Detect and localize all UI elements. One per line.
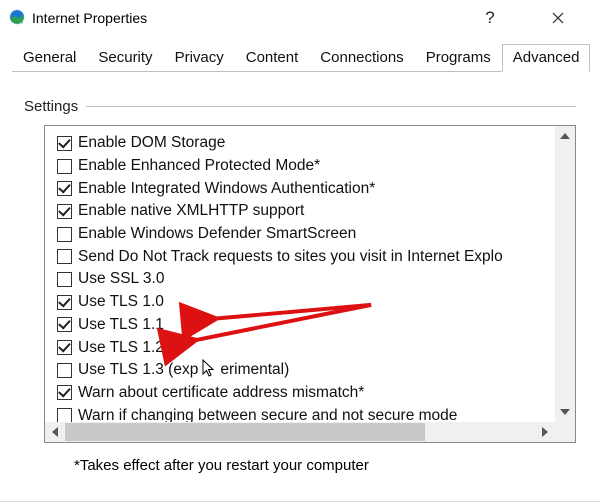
checkbox[interactable]: [57, 159, 72, 174]
checkbox[interactable]: [57, 249, 72, 264]
option-row[interactable]: Enable native XMLHTTP support: [57, 200, 555, 223]
checkbox[interactable]: [57, 408, 72, 422]
globe-icon: [8, 8, 26, 29]
scrollbar-corner: [555, 422, 575, 442]
internet-properties-dialog: Internet Properties ? General Security P…: [0, 0, 600, 502]
option-label: Use SSL 3.0: [78, 270, 164, 288]
tab-programs[interactable]: Programs: [415, 44, 502, 72]
scroll-down-button[interactable]: [555, 402, 575, 422]
option-row[interactable]: Warn if changing between secure and not …: [57, 404, 555, 422]
option-row[interactable]: Enable Windows Defender SmartScreen: [57, 223, 555, 246]
option-label: Use TLS 1.3 (exp: [78, 361, 198, 379]
option-label: Warn if changing between secure and not …: [78, 407, 457, 422]
checkbox[interactable]: [57, 204, 72, 219]
checkbox[interactable]: [57, 317, 72, 332]
titlebar: Internet Properties ?: [0, 0, 600, 36]
tab-content[interactable]: Content: [235, 44, 310, 72]
option-label: Use TLS 1.1: [78, 316, 164, 334]
checkbox[interactable]: [57, 363, 72, 378]
cursor-icon: [202, 359, 216, 382]
option-row[interactable]: Enable DOM Storage: [57, 132, 555, 155]
option-row[interactable]: Use TLS 1.0: [57, 291, 555, 314]
help-button[interactable]: ?: [468, 3, 512, 33]
option-row[interactable]: Send Do Not Track requests to sites you …: [57, 245, 555, 268]
settings-list: Enable DOM Storage Enable Enhanced Protec…: [44, 125, 576, 443]
horizontal-scrollbar[interactable]: [45, 422, 555, 442]
advanced-panel: Settings Enable DOM Storage Enable Enhanc…: [0, 72, 600, 474]
option-label: Use TLS 1.0: [78, 293, 164, 311]
option-label: Enable Windows Defender SmartScreen: [78, 225, 356, 243]
checkbox[interactable]: [57, 272, 72, 287]
scroll-up-button[interactable]: [555, 126, 575, 146]
option-row[interactable]: Use TLS 1.2: [57, 336, 555, 359]
tab-advanced[interactable]: Advanced: [502, 44, 591, 72]
option-label: Use TLS 1.2: [78, 339, 164, 357]
checkbox[interactable]: [57, 136, 72, 151]
checkbox[interactable]: [57, 340, 72, 355]
checkbox[interactable]: [57, 295, 72, 310]
option-label: Enable Integrated Windows Authentication…: [78, 180, 375, 198]
restart-footnote: *Takes effect after you restart your com…: [74, 457, 576, 474]
tab-general[interactable]: General: [12, 44, 87, 72]
option-row[interactable]: Use TLS 1.1: [57, 314, 555, 337]
checkbox[interactable]: [57, 385, 72, 400]
option-label: Enable Enhanced Protected Mode*: [78, 157, 320, 175]
tab-connections[interactable]: Connections: [309, 44, 414, 72]
option-label: Enable DOM Storage: [78, 134, 225, 152]
close-button[interactable]: [536, 3, 580, 33]
vertical-scrollbar[interactable]: [555, 126, 575, 422]
option-label-tail: erimental): [220, 361, 289, 379]
tab-privacy[interactable]: Privacy: [164, 44, 235, 72]
option-row[interactable]: Use SSL 3.0: [57, 268, 555, 291]
option-label: Send Do Not Track requests to sites you …: [78, 248, 503, 266]
option-row[interactable]: Warn about certificate address mismatch*: [57, 382, 555, 405]
settings-group: Settings Enable DOM Storage Enable Enhanc…: [24, 98, 576, 443]
scroll-left-button[interactable]: [45, 422, 65, 442]
option-label: Warn about certificate address mismatch*: [78, 384, 364, 402]
option-row[interactable]: Enable Enhanced Protected Mode*: [57, 155, 555, 178]
option-row[interactable]: Use TLS 1.3 (exp erimental): [57, 359, 555, 382]
option-label: Enable native XMLHTTP support: [78, 202, 304, 220]
horizontal-scroll-thumb[interactable]: [65, 423, 425, 441]
window-title: Internet Properties: [32, 10, 147, 26]
checkbox[interactable]: [57, 227, 72, 242]
scroll-right-button[interactable]: [535, 422, 555, 442]
group-divider: [86, 106, 576, 107]
checkbox[interactable]: [57, 181, 72, 196]
tab-strip: General Security Privacy Content Connect…: [0, 36, 600, 72]
settings-group-label: Settings: [24, 98, 78, 115]
option-row[interactable]: Enable Integrated Windows Authentication…: [57, 177, 555, 200]
tab-security[interactable]: Security: [87, 44, 163, 72]
